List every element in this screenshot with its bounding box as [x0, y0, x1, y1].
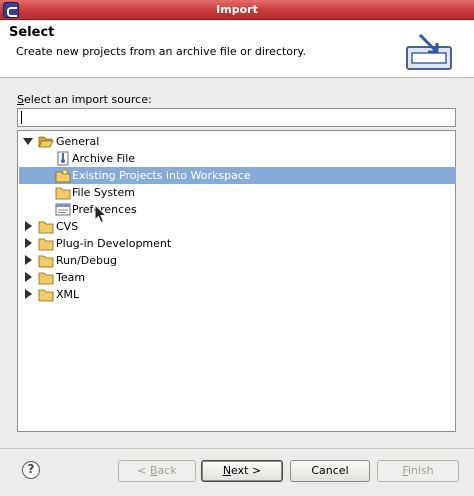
wizard-header: Select Create new projects from an archi…: [0, 21, 474, 78]
next-button[interactable]: Next >: [201, 460, 283, 482]
expand-collapse-icon[interactable]: [25, 238, 32, 248]
tree-item-label: File System: [72, 186, 135, 199]
folder-icon: [38, 289, 54, 302]
cancel-button[interactable]: Cancel: [290, 460, 370, 482]
page-description: Create new projects from an archive file…: [16, 45, 306, 58]
finish-button[interactable]: Finish: [377, 460, 459, 482]
page-title: Select: [9, 25, 55, 40]
title-bar: Import: [0, 0, 474, 20]
tree-item-xml[interactable]: XML: [19, 286, 456, 303]
next-button-mnemonic: N: [222, 464, 232, 477]
tree-item-plugin-development[interactable]: Plug-in Development: [19, 235, 456, 252]
folder-icon: [38, 238, 54, 251]
folder-icon: [55, 187, 71, 200]
tree-item-label: CVS: [56, 220, 79, 233]
tree-item-team[interactable]: Team: [19, 269, 456, 286]
preferences-icon: [55, 203, 71, 216]
archive-file-icon: [57, 151, 69, 166]
folder-icon: [38, 221, 54, 234]
back-button-mnemonic: B: [150, 464, 158, 477]
expand-collapse-icon[interactable]: [23, 138, 33, 145]
mouse-pointer-icon: [94, 204, 108, 224]
window-title: Import: [216, 3, 258, 16]
tree-item-file-system[interactable]: File System: [19, 184, 456, 201]
expand-collapse-icon[interactable]: [25, 272, 32, 282]
expand-collapse-icon[interactable]: [25, 255, 32, 265]
expand-collapse-icon[interactable]: [25, 289, 32, 299]
tree-item-archive-file[interactable]: Archive File: [19, 150, 456, 167]
back-button-arrow: <: [137, 464, 150, 477]
tree-item-general[interactable]: General: [19, 133, 456, 150]
footer-separator: [0, 448, 474, 449]
tree-item-label: Team: [56, 271, 86, 284]
back-button[interactable]: < Back: [118, 460, 196, 482]
text-caret: [21, 111, 22, 124]
tree-item-label: Existing Projects into Workspace: [72, 169, 251, 182]
import-wizard-icon: [406, 33, 452, 70]
tree-item-existing-projects[interactable]: Existing Projects into Workspace: [19, 167, 456, 184]
import-source-label-text: elect an import source:: [23, 93, 152, 106]
tree-item-label: Archive File: [72, 152, 136, 165]
tree-item-label: XML: [56, 288, 80, 301]
tree-item-label: Run/Debug: [56, 254, 117, 267]
finish-button-label: inish: [407, 464, 434, 477]
next-button-label: ext >: [231, 464, 262, 477]
tree-item-cvs[interactable]: CVS: [19, 218, 456, 235]
folder-open-icon: [38, 136, 54, 148]
tree-item-preferences[interactable]: Preferences: [19, 201, 456, 218]
project-folder-icon: [55, 168, 71, 183]
import-source-label-mnemonic: S: [17, 93, 24, 106]
tree-item-label: Plug-in Development: [56, 237, 172, 250]
folder-icon: [38, 272, 54, 285]
filter-input[interactable]: [17, 108, 456, 127]
tree-item-label: General: [56, 135, 100, 148]
tree-item-run-debug[interactable]: Run/Debug: [19, 252, 456, 269]
help-button[interactable]: ?: [22, 461, 40, 479]
import-source-label: Select an import source:: [17, 93, 152, 106]
import-source-tree[interactable]: General Archive File Existing Projects i…: [17, 130, 456, 432]
expand-collapse-icon[interactable]: [25, 221, 32, 231]
folder-icon: [38, 255, 54, 268]
back-button-label: ack: [157, 464, 177, 477]
